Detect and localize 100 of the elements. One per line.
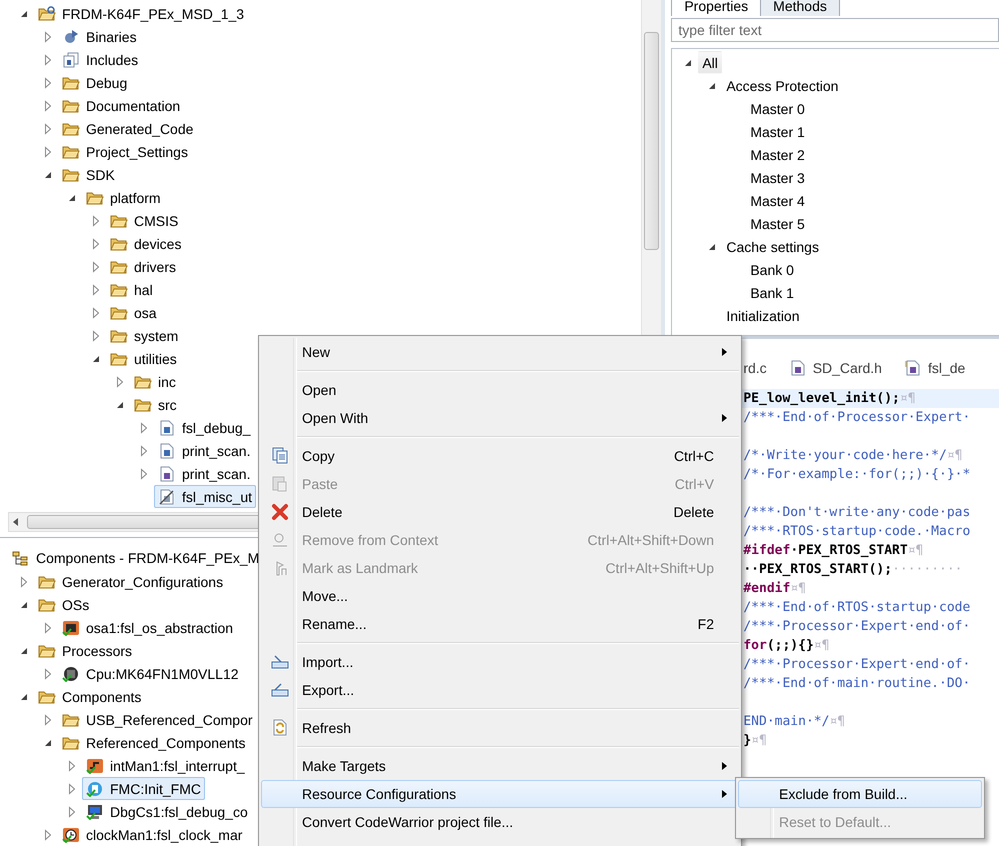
collapsed-arrow-icon[interactable] — [90, 330, 102, 342]
collapsed-arrow-icon[interactable] — [42, 76, 54, 88]
menu-item[interactable]: Refresh — [261, 714, 739, 742]
tree-item[interactable]: Initialization — [722, 304, 804, 327]
tree-item[interactable]: Documentation — [58, 94, 184, 117]
tree-item[interactable]: src — [130, 393, 181, 416]
collapsed-arrow-icon[interactable] — [114, 376, 126, 388]
tree-item[interactable]: Master 4 — [746, 189, 809, 212]
tree-item[interactable]: USB_Referenced_Compor — [58, 708, 257, 731]
tab[interactable]: Methods — [760, 0, 840, 16]
tree-item[interactable]: platform — [82, 186, 165, 209]
menu-item[interactable]: Import... — [261, 648, 739, 676]
tree-item[interactable]: osa1:fsl_os_abstraction — [58, 616, 238, 639]
menu-item[interactable]: Exclude from Build... — [738, 780, 982, 808]
tree-item[interactable]: devices — [106, 232, 186, 255]
editor-tab[interactable]: fsl_de — [904, 360, 966, 376]
tree-item[interactable]: Master 3 — [746, 166, 809, 189]
os-component-icon — [62, 620, 80, 636]
tree-item[interactable]: osa — [106, 301, 161, 324]
tree-item[interactable]: Debug — [58, 71, 132, 94]
collapsed-arrow-icon[interactable] — [42, 828, 54, 840]
menu-item[interactable]: Copy Ctrl+C — [261, 442, 739, 470]
folder-icon — [110, 258, 128, 274]
collapsed-arrow-icon[interactable] — [42, 668, 54, 680]
tree-item[interactable]: Includes — [58, 48, 142, 71]
tree-item[interactable]: Generator_Configurations — [34, 570, 228, 593]
folder-icon — [38, 642, 56, 658]
menu-item[interactable]: Export... — [261, 676, 739, 704]
tree-item[interactable]: Components — [34, 685, 146, 708]
collapsed-arrow-icon[interactable] — [42, 54, 54, 66]
code-line: #endif¤¶ — [743, 580, 806, 598]
tree-item[interactable]: SDK — [58, 163, 119, 186]
collapsed-arrow-icon[interactable] — [42, 622, 54, 634]
menu-item[interactable]: Move... — [261, 582, 739, 610]
tree-item[interactable]: Master 1 — [746, 120, 809, 143]
collapsed-arrow-icon[interactable] — [138, 444, 150, 456]
tree-item[interactable]: Master 0 — [746, 97, 809, 120]
tree-item[interactable]: intMan1:fsl_interrupt_ — [82, 754, 249, 777]
menu-item[interactable]: Open With — [261, 404, 739, 432]
menu-item[interactable]: New — [261, 338, 739, 366]
tree-item[interactable]: Referenced_Components — [58, 731, 250, 754]
collapsed-arrow-icon[interactable] — [66, 806, 78, 818]
code-line: #ifdef·PEX_RTOS_START¤¶ — [743, 542, 924, 560]
editor-tab[interactable]: rd.c — [743, 360, 767, 376]
collapsed-arrow-icon[interactable] — [18, 576, 30, 588]
menu-item[interactable]: Open — [261, 376, 739, 404]
tree-item[interactable]: system — [106, 324, 182, 347]
import-icon — [271, 653, 289, 671]
tree-item[interactable]: FMC:Init_FMC — [82, 777, 205, 800]
menu-item[interactable]: Make Targets — [261, 752, 739, 780]
tree-item[interactable]: hal — [106, 278, 157, 301]
tree-item[interactable]: clockMan1:fsl_clock_mar — [58, 823, 246, 846]
collapsed-arrow-icon[interactable] — [90, 306, 102, 318]
editor-tab[interactable]: SD_Card.h — [788, 360, 882, 376]
init-component-icon — [86, 780, 104, 796]
collapsed-arrow-icon[interactable] — [42, 100, 54, 112]
h-file-icon — [788, 360, 807, 376]
tree-item[interactable]: fsl_debug_ — [154, 416, 255, 439]
folder-icon — [110, 282, 128, 298]
tree-item[interactable]: Cache settings — [722, 235, 823, 258]
collapsed-arrow-icon[interactable] — [66, 782, 78, 794]
tree-item[interactable]: Binaries — [58, 25, 141, 48]
refresh-icon — [271, 719, 289, 737]
tree-item[interactable]: Master 2 — [746, 143, 809, 166]
tree-item[interactable]: Generated_Code — [58, 117, 198, 140]
collapsed-arrow-icon[interactable] — [42, 714, 54, 726]
tree-item[interactable]: utilities — [106, 347, 181, 370]
collapsed-arrow-icon[interactable] — [42, 146, 54, 158]
collapsed-arrow-icon[interactable] — [90, 214, 102, 226]
tree-item[interactable]: CMSIS — [106, 209, 182, 232]
collapsed-arrow-icon[interactable] — [42, 122, 54, 134]
collapsed-arrow-icon[interactable] — [90, 238, 102, 250]
tree-item[interactable]: print_scan. — [154, 439, 254, 462]
c-file-icon — [158, 420, 176, 436]
collapsed-arrow-icon[interactable] — [90, 260, 102, 272]
collapsed-arrow-icon[interactable] — [138, 468, 150, 480]
tree-item[interactable]: Bank 1 — [746, 281, 798, 304]
collapsed-arrow-icon[interactable] — [42, 30, 54, 42]
collapsed-arrow-icon[interactable] — [66, 760, 78, 772]
tree-item[interactable]: Processors — [34, 639, 136, 662]
tree-item[interactable]: fsl_misc_ut — [154, 485, 256, 508]
tree-item[interactable]: drivers — [106, 255, 180, 278]
tree-item[interactable]: DbgCs1:fsl_debug_co — [82, 800, 252, 823]
menu-item[interactable]: Rename... F2 — [261, 610, 739, 638]
tree-item[interactable]: inc — [130, 370, 180, 393]
tree-item[interactable]: FRDM-K64F_PEx_MSD_1_3 — [34, 2, 248, 25]
tree-item[interactable]: Cpu:MK64FN1M0VLL12 — [58, 662, 243, 685]
collapsed-arrow-icon[interactable] — [138, 422, 150, 434]
tree-item[interactable]: print_scan. — [154, 462, 254, 485]
filter-field[interactable]: type filter text — [671, 18, 999, 42]
folder-icon — [62, 734, 80, 750]
menu-item[interactable]: Convert CodeWarrior project file... — [261, 808, 739, 836]
tree-item[interactable]: OSs — [34, 593, 94, 616]
code-line: /***·End·of·main·routine.·DO· — [743, 675, 970, 693]
collapsed-arrow-icon[interactable] — [90, 284, 102, 296]
menu-item[interactable]: Delete Delete — [261, 498, 739, 526]
tree-item[interactable]: Bank 0 — [746, 258, 798, 281]
tree-item[interactable]: Master 5 — [746, 212, 809, 235]
tree-item[interactable]: Project_Settings — [58, 140, 192, 163]
tree-item[interactable]: Access Protection — [722, 74, 842, 97]
